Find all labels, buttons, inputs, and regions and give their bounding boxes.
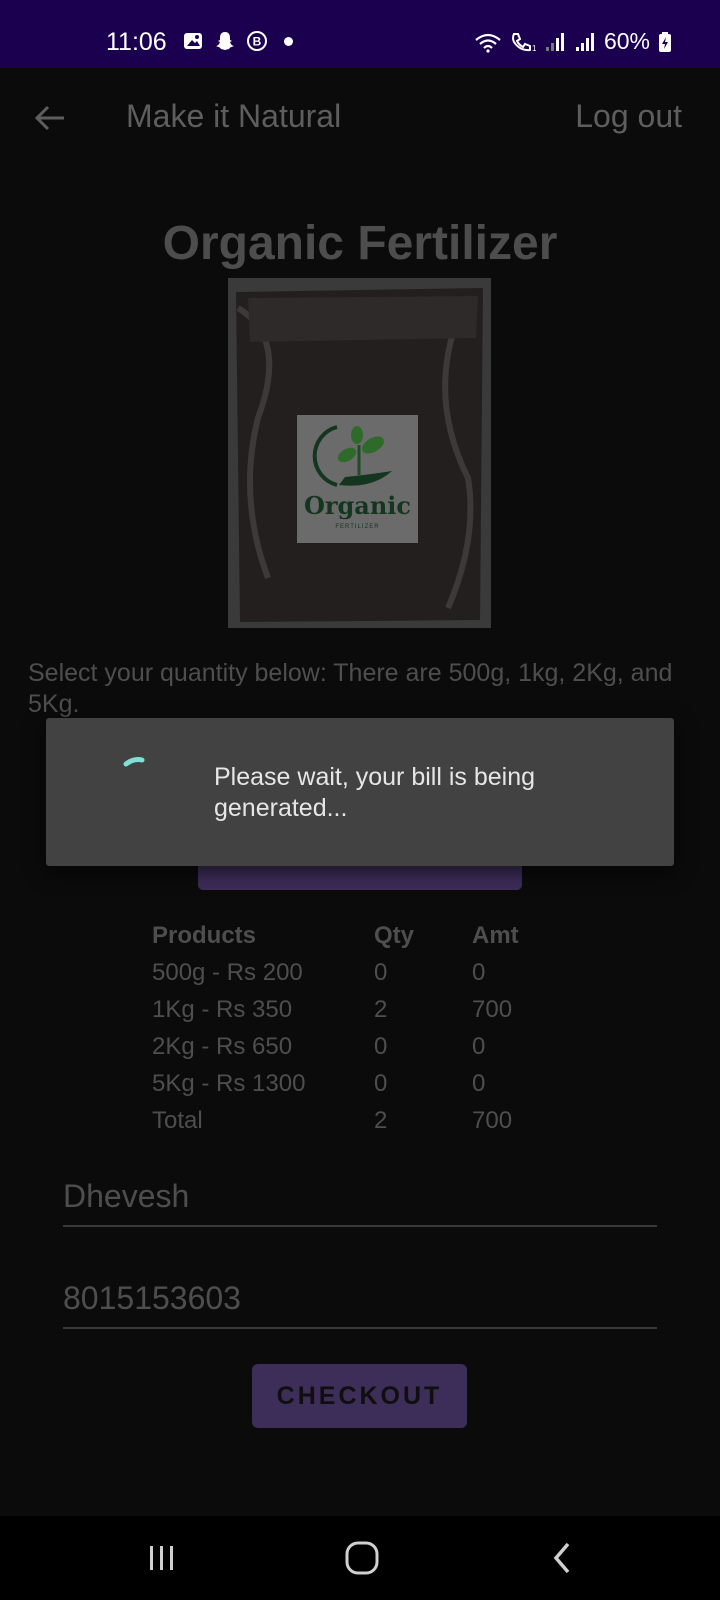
loading-spinner-icon [123,757,145,767]
row-amt: 700 [472,996,513,1023]
notification-dot-icon [284,36,293,46]
product-label: Organic FERTILIZER [297,415,418,543]
product-image: Organic FERTILIZER [228,278,491,628]
status-bar: 11:06 B 1 60% [0,0,720,68]
status-right-icons: 1 60% [474,28,672,55]
wifi-call-icon [475,33,501,53]
signal-icon [545,32,564,51]
row-product: Total [152,1107,203,1134]
name-field[interactable]: Dhevesh [63,1178,657,1227]
header-qty: Qty [374,922,415,949]
battery-charging-icon [659,31,671,52]
checkout-button[interactable]: CHECKOUT [252,1364,467,1428]
status-left-icons: B [182,30,293,52]
row-amt: 700 [472,1107,513,1134]
svg-text:B: B [253,35,262,49]
home-icon[interactable] [342,1540,382,1576]
b-circle-icon: B [247,31,267,51]
header-amt: Amt [472,922,519,949]
row-product: 1Kg - Rs 350 [152,996,293,1023]
snapchat-icon [216,32,234,50]
row-qty: 0 [374,1070,388,1097]
phone-field[interactable]: 8015153603 [63,1280,657,1329]
status-time: 11:06 [106,28,167,56]
battery-percentage: 60% [603,28,650,54]
arrow-left-icon[interactable] [30,98,70,138]
gallery-icon [184,33,202,49]
dialog-message: Please wait, your bill is being generate… [214,763,535,822]
row-qty: 2 [374,996,388,1023]
row-product: 2Kg - Rs 650 [152,1033,293,1060]
logout-button[interactable]: Log out [575,98,682,135]
header-products: Products [152,922,257,949]
quantity-instructions: Select your quantity below: There are 50… [28,659,673,718]
row-qty: 0 [374,959,388,986]
svg-text:1: 1 [532,44,536,53]
product-label-text: Organic [303,491,412,520]
row-amt: 0 [472,1070,486,1097]
row-product: 500g - Rs 200 [152,959,303,986]
row-product: 5Kg - Rs 1300 [152,1070,306,1097]
app-title: Make it Natural [126,98,342,134]
progress-dialog: Please wait, your bill is being generate… [46,718,674,866]
product-label-subtext: FERTILIZER [335,524,380,530]
row-qty: 2 [374,1107,388,1134]
signal-icon [575,32,594,51]
row-qty: 0 [374,1033,388,1060]
recents-icon[interactable] [142,1540,182,1576]
back-icon[interactable] [544,1540,584,1576]
row-amt: 0 [472,959,486,986]
row-amt: 0 [472,1033,486,1060]
volte-icon: 1 [511,32,536,53]
leaf-logo-icon [312,425,392,487]
product-title: Organic Fertilizer [162,217,558,270]
